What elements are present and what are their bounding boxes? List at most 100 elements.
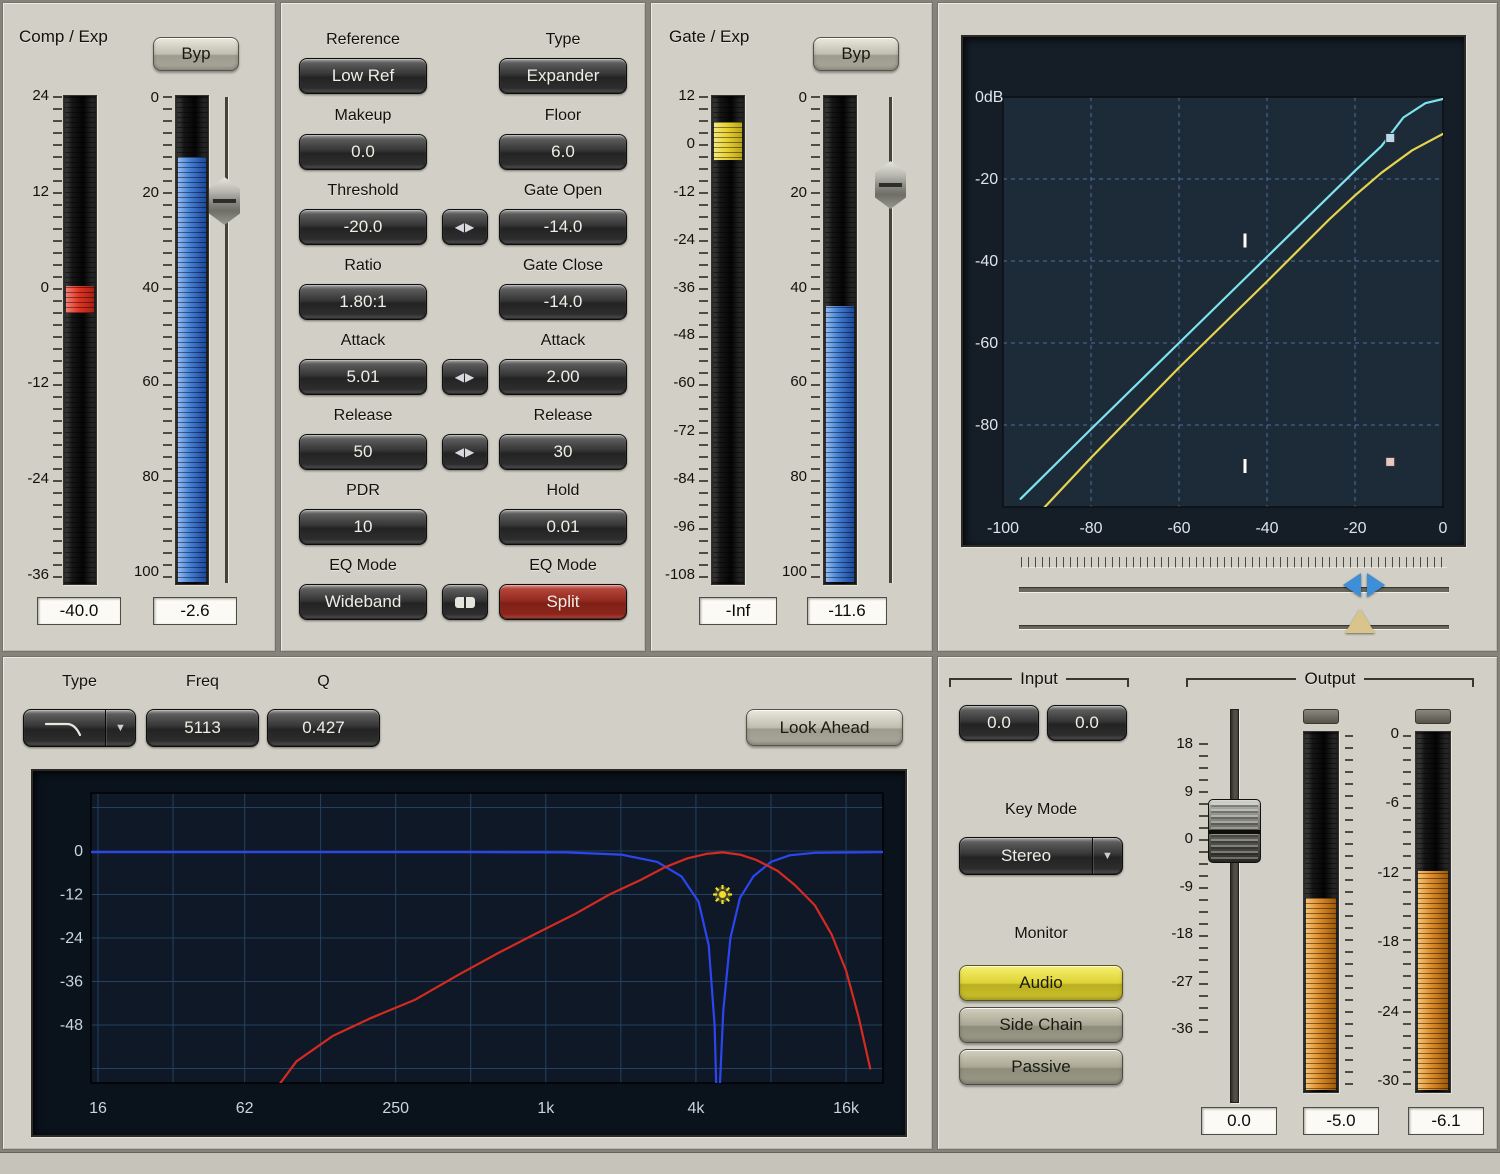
gate-attack-label: Attack [499,332,627,350]
gate-open-label: Gate Open [499,182,627,200]
key-mode-dropdown[interactable]: Stereo ▼ [959,837,1123,875]
hold-label: Hold [499,482,627,500]
sidechain-eq-chart[interactable]: 16622501k4k16k0-12-24-36-48 [31,769,907,1137]
input-right-value-button[interactable]: 0.0 [1047,705,1127,741]
gate-attack-button[interactable]: 2.00 [499,359,627,395]
tick-marks [699,96,708,582]
scale-label: -18 [1153,927,1193,940]
comp-gain-readout[interactable]: -2.6 [153,597,237,625]
svg-text:-24: -24 [60,930,83,947]
gate-close-button[interactable]: -14.0 [499,284,627,320]
release-label: Release [299,407,427,425]
threshold-label: Threshold [299,182,427,200]
gate-release-button[interactable]: 30 [499,434,627,470]
eq-mode-split-label: EQ Mode [499,557,627,575]
output-left-peak-readout[interactable]: -5.0 [1303,1107,1379,1135]
eq-mode-pair-button[interactable] [442,584,488,620]
comp-meter-fill [178,157,206,582]
scale-label: 0 [1355,727,1399,740]
eq-mode-split-button[interactable]: Split [499,584,627,620]
comp-threshold-readout[interactable]: -40.0 [37,597,121,625]
floor-button[interactable]: 6.0 [499,134,627,170]
scale-label: -72 [655,424,695,437]
left-meter-clip-indicator[interactable] [1303,709,1339,724]
svg-text:-12: -12 [60,887,83,904]
gate-gain-reduction-meter [823,95,857,585]
tick-marks [1403,735,1411,1089]
ratio-label: Ratio [299,257,427,275]
bracket-line [1364,678,1474,687]
gate-gain-readout[interactable]: -11.6 [807,597,887,625]
gate-bypass-button[interactable]: Byp [813,37,899,71]
gate-slider-handle[interactable] [875,161,906,209]
svg-text:0dB: 0dB [975,89,1003,106]
gate-level-readout[interactable]: -Inf [699,597,777,625]
reference-button[interactable]: Low Ref [299,58,427,94]
scale-label: 0 [121,91,159,104]
output-group-label: Output [1186,669,1474,689]
pdr-button[interactable]: 10 [299,509,427,545]
output-meter-left [1303,731,1339,1093]
attack-link-button[interactable]: ◀▶ [442,359,488,395]
fader-value-readout[interactable]: 0.0 [1201,1107,1277,1135]
gate-open-button[interactable]: -14.0 [499,209,627,245]
gate-meter-yellow-segment [714,122,742,160]
eq-filter-type-dropdown[interactable]: ▼ [23,709,136,747]
scale-label: -30 [1355,1074,1399,1087]
range-slider-left-handle[interactable] [1343,573,1361,597]
svg-text:0: 0 [1439,520,1448,537]
scale-label: -24 [1355,1005,1399,1018]
eq-mode-wideband-button[interactable]: Wideband [299,584,427,620]
gate-panel-title: Gate / Exp [669,27,749,47]
scale-label: -60 [655,376,695,389]
type-button[interactable]: Expander [499,58,627,94]
scale-label: -36 [655,281,695,294]
threshold-button[interactable]: -20.0 [299,209,427,245]
threshold-link-button[interactable]: ◀▶ [442,209,488,245]
scale-label: 12 [11,185,49,198]
look-ahead-button[interactable]: Look Ahead [746,709,903,746]
eq-q-label: Q [267,673,380,691]
makeup-button[interactable]: 0.0 [299,134,427,170]
ratio-button[interactable]: 1.80:1 [299,284,427,320]
scale-label: 80 [767,470,807,483]
release-button[interactable]: 50 [299,434,427,470]
eq-mode-label: EQ Mode [299,557,427,575]
gate-panel: Gate / Exp Byp 120-12-24-36-48-60-72-84-… [650,2,933,652]
threshold-slider-handle[interactable] [1345,609,1375,633]
svg-text:62: 62 [236,1100,254,1117]
scale-label: -12 [11,376,49,389]
scale-label: 20 [767,186,807,199]
monitor-side-chain-button[interactable]: Side Chain [959,1007,1123,1043]
floor-label: Floor [499,107,627,125]
transfer-curve-chart[interactable]: -100-80-60-40-2000dB-20-40-60-80 [961,35,1466,547]
monitor-audio-button[interactable]: Audio [959,965,1123,1001]
monitor-passive-button[interactable]: Passive [959,1049,1123,1085]
tick-marks [811,96,820,582]
scale-label: 0 [767,91,807,104]
comp-panel: Comp / Exp Byp 24120-12-24-36 0204060801… [2,2,276,652]
eq-q-value-button[interactable]: 0.427 [267,709,380,747]
tick-marks [1345,735,1353,1089]
chevron-down-icon: ▼ [1092,838,1122,874]
output-fader-track[interactable] [1230,709,1239,1103]
comp-gain-reduction-meter [175,95,209,585]
gate-pct-scale: 020406080100 [767,91,807,578]
range-slider-right-handle[interactable] [1367,573,1385,597]
right-meter-clip-indicator[interactable] [1415,709,1451,724]
tick-marks [53,96,62,582]
hold-button[interactable]: 0.01 [499,509,627,545]
output-fader-handle[interactable] [1208,799,1261,863]
svg-text:250: 250 [382,1100,409,1117]
input-left-value-button[interactable]: 0.0 [959,705,1039,741]
comp-bypass-button[interactable]: Byp [153,37,239,71]
comp-slider-handle[interactable] [209,177,240,225]
transfer-graph-panel: -100-80-60-40-2000dB-20-40-60-80 [937,2,1498,652]
threshold-slider-track[interactable] [1019,625,1449,629]
scale-label: 18 [1153,737,1193,750]
output-right-peak-readout[interactable]: -6.1 [1408,1107,1484,1135]
attack-button[interactable]: 5.01 [299,359,427,395]
eq-freq-value-button[interactable]: 5113 [146,709,259,747]
output-meter-right-fill [1418,871,1448,1090]
release-link-button[interactable]: ◀▶ [442,434,488,470]
